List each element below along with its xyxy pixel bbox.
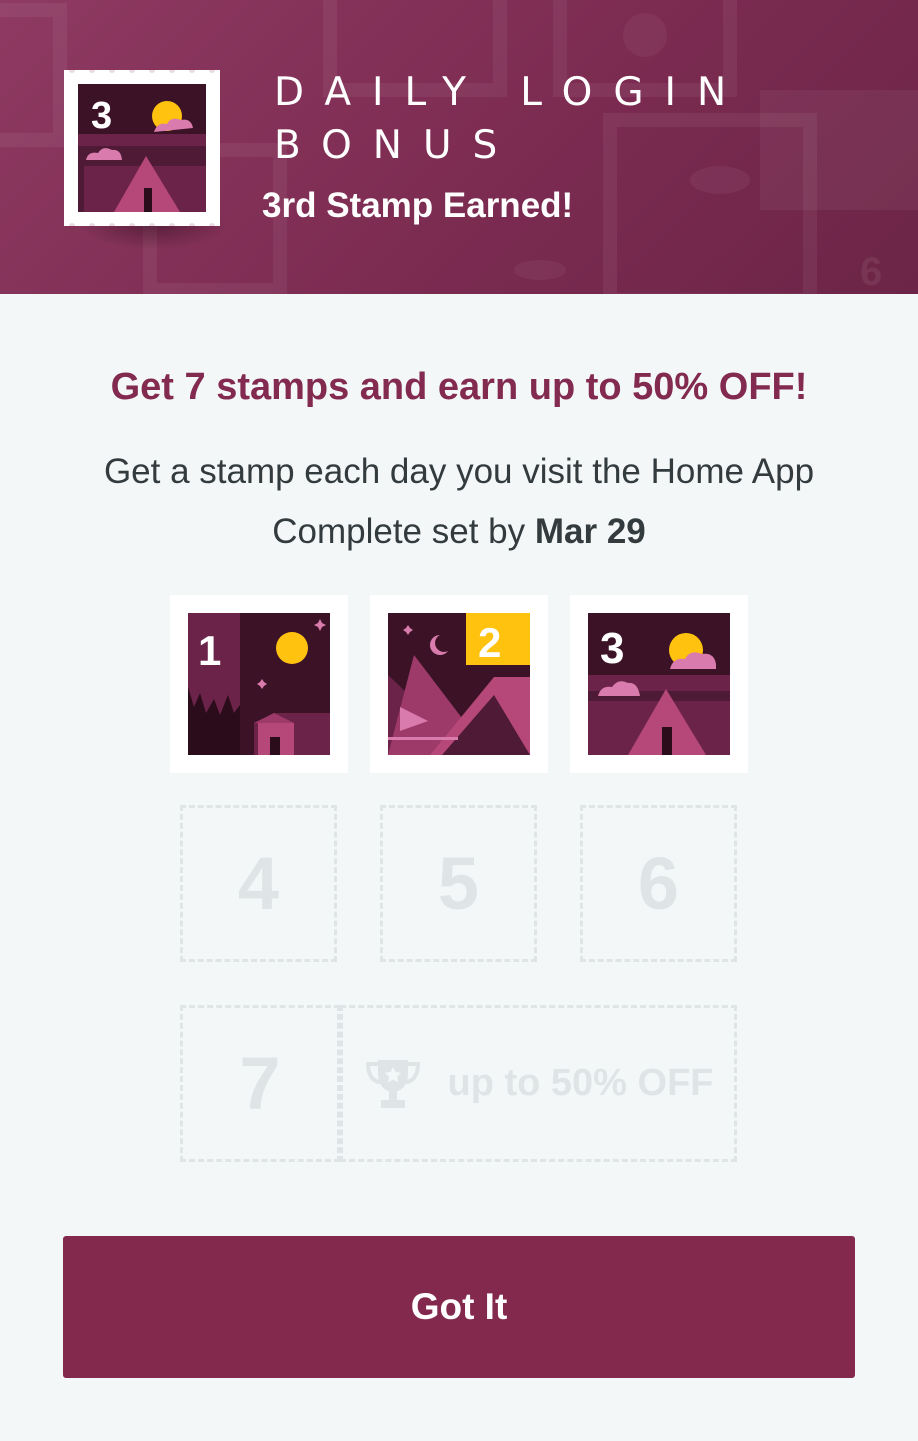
reward-slot: up to 50% OFF: [340, 1005, 737, 1162]
header-subtitle: 3rd Stamp Earned!: [262, 186, 574, 225]
stamp-3-number: 3: [600, 624, 624, 673]
header-title: DAILY LOGIN BONUS: [274, 66, 874, 172]
header-title-line1: DAILY LOGIN: [274, 70, 748, 115]
got-it-button[interactable]: Got It: [63, 1236, 855, 1378]
svg-text:6: 6: [860, 250, 882, 294]
stamp-slot-7: 7: [180, 1005, 340, 1162]
stamp-1-number: 1: [198, 627, 221, 674]
slot-5-number: 5: [437, 842, 480, 925]
stamp-slot-5: 5: [380, 805, 537, 962]
stamp-slot-6: 6: [580, 805, 737, 962]
slot-6-number: 6: [637, 842, 680, 925]
offer-description: Get a stamp each day you visit the Home …: [0, 442, 918, 562]
header-banner: 6 3 DAILY LOGIN BONUS 3rd Stamp Earned!: [0, 0, 918, 294]
header-stamp-number: 3: [91, 95, 112, 137]
slot-7-number: 7: [239, 1042, 281, 1125]
trophy-icon: [365, 1059, 420, 1108]
slot-4-number: 4: [237, 842, 280, 925]
earned-stamp-1-icon: 1: [170, 595, 348, 773]
reward-label: up to 50% OFF: [447, 1062, 714, 1104]
offer-line1: Get a stamp each day you visit the Home …: [103, 452, 815, 491]
earned-stamp-3-icon: 3: [570, 595, 748, 773]
stamp-2-number: 2: [478, 619, 501, 666]
earned-stamp-2-icon: 2: [370, 595, 548, 773]
header-title-line2: BONUS: [274, 123, 519, 168]
offer-line2: Complete set by Mar 29: [0, 502, 918, 562]
offer-headline: Get 7 stamps and earn up to 50% OFF!: [110, 366, 808, 408]
stamp-slot-4: 4: [180, 805, 337, 962]
deadline-date: Mar 29: [534, 512, 646, 551]
earned-stamp-3-icon: 3: [64, 70, 220, 226]
offer-line2-prefix: Complete set by: [272, 512, 535, 551]
